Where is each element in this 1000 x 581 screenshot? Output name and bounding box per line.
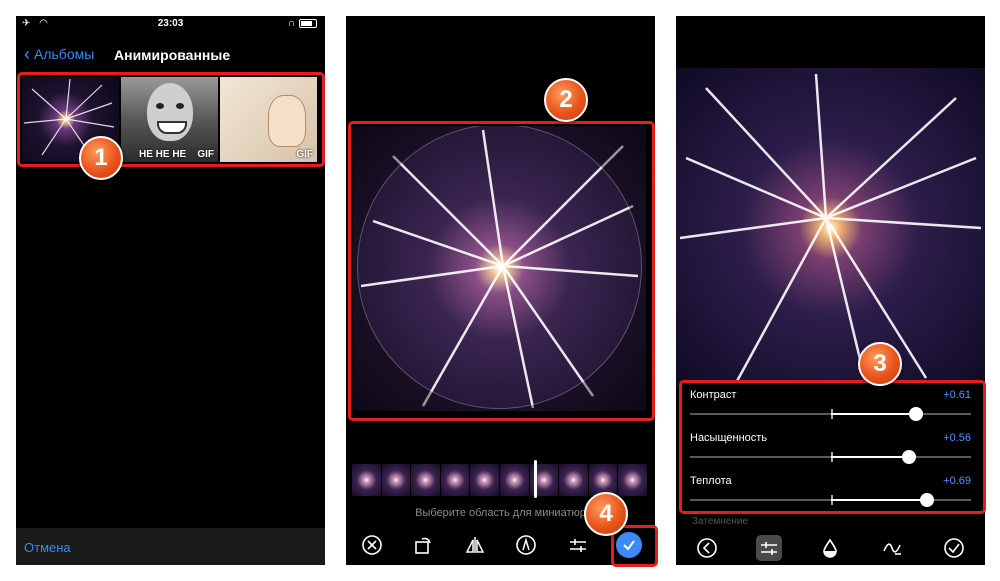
bottom-bar: Отмена [16,528,325,565]
mirror-icon[interactable] [462,532,488,558]
headphones-icon: ∩ [287,18,295,29]
status-bar: ✈ ◠ 23:03 ∩ [16,16,325,32]
adjust-toolbar [676,531,985,565]
slider-fill [830,456,910,458]
tint-icon[interactable] [817,535,843,561]
next-adjustment-label: Затемнение [692,516,749,527]
rotate-icon[interactable] [410,532,436,558]
adjust-row-saturation: Насыщенность +0.56 [690,432,971,472]
back-label: Альбомы [34,46,95,62]
step-marker-1: 1 [79,136,123,180]
timeline-frame [381,464,412,496]
slider-track[interactable] [690,493,971,507]
timeline-frame [499,464,530,496]
slider-track[interactable] [690,407,971,421]
slider-fill [830,499,928,501]
adjustments-panel: Контраст +0.61 Насыщенность +0.56 Теплот… [679,380,986,514]
timeline-frame [618,464,648,496]
adjust-icon[interactable] [565,532,591,558]
playhead-handle[interactable] [534,460,537,498]
adjust-row-contrast: Контраст +0.61 [690,389,971,429]
back-icon[interactable] [694,535,720,561]
adjust-value: +0.56 [943,432,971,444]
battery-icon [299,19,317,28]
status-time: 23:03 [157,18,184,29]
step-marker-3: 3 [858,342,902,386]
slider-knob[interactable] [902,450,917,464]
adjust-label: Теплота [690,475,732,487]
done-icon[interactable] [941,535,967,561]
timeline-frame [440,464,471,496]
timeline-frame [470,464,500,496]
chevron-left-icon: ‹ [24,44,30,64]
highlight-frame-1 [17,72,325,167]
close-icon[interactable] [359,532,385,558]
step-marker-4: 4 [584,492,628,536]
adjust-value: +0.61 [943,389,971,401]
sliders-icon[interactable] [755,535,782,561]
adjust-label: Контраст [690,389,737,401]
step-marker-2: 2 [544,78,588,122]
status-right: ∩ [288,18,317,29]
curves-icon[interactable] [879,535,905,561]
adjust-value: +0.69 [943,475,971,487]
highlight-frame-2 [348,121,655,421]
timeline-frame [352,464,382,496]
timeline-frame [559,464,589,496]
slider-fill [830,413,917,415]
adjust-row-warmth: Теплота +0.69 [690,475,971,515]
nav-bar: ‹ Альбомы Анимированные [16,42,325,70]
markup-icon[interactable] [513,532,539,558]
slider-track[interactable] [690,450,971,464]
page-title: Анимированные [114,47,231,63]
slider-knob[interactable] [909,407,924,421]
sparkle-rays [679,73,982,385]
gif-preview [676,68,985,388]
slider-knob[interactable] [920,493,935,507]
adjust-label: Насыщенность [690,432,768,444]
cancel-button[interactable]: Отмена [24,540,71,555]
timeline-frame [411,464,441,496]
back-button[interactable]: ‹ Альбомы [24,44,95,64]
